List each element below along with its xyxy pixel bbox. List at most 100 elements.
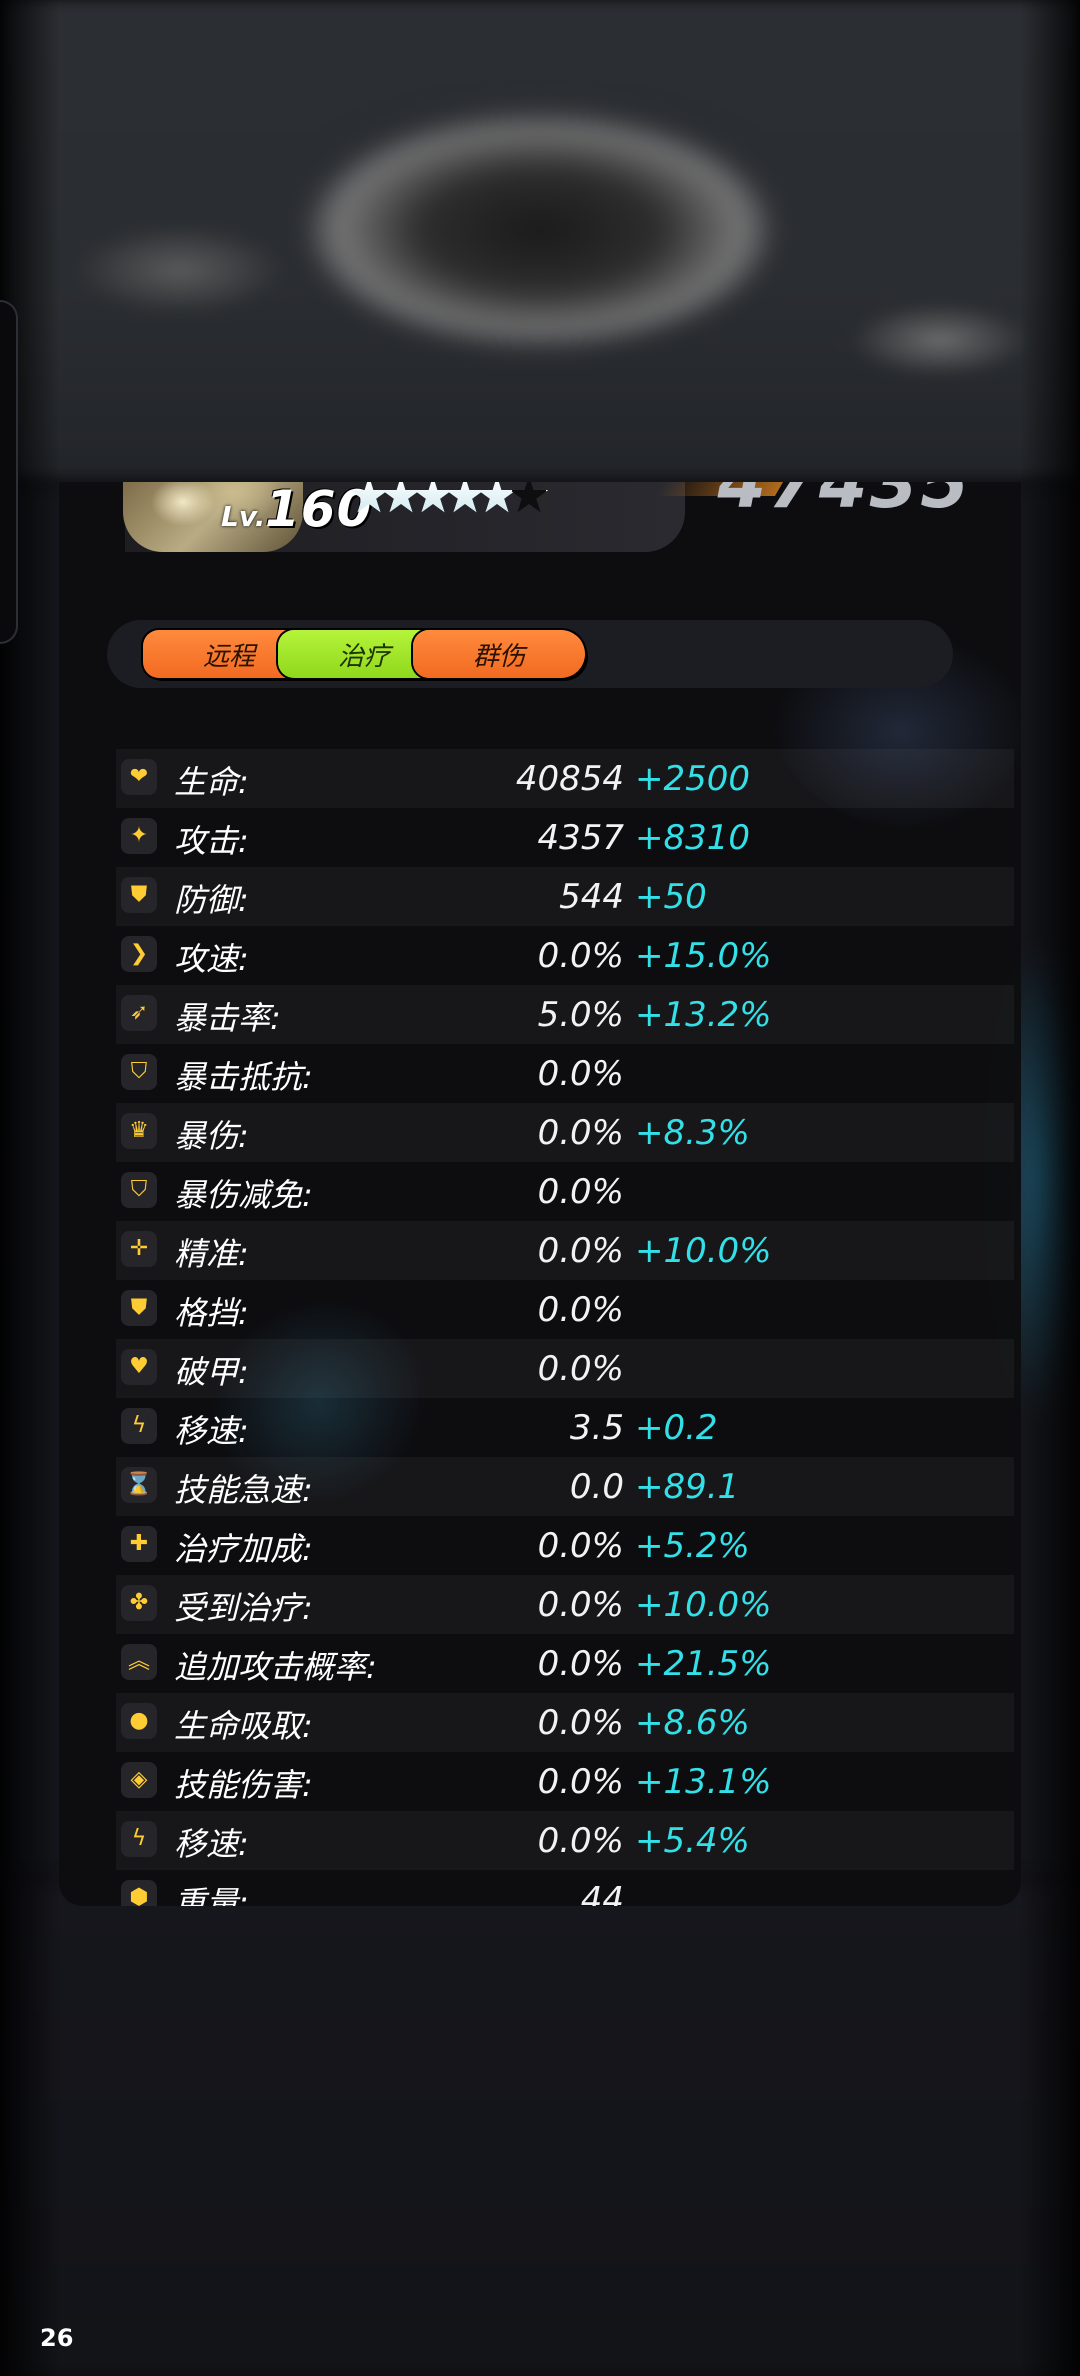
- tag-aoe[interactable]: 群伤: [413, 630, 585, 678]
- stat-value: 4357: [537, 818, 624, 858]
- stat-name: 暴伤:: [174, 1117, 249, 1155]
- level-prefix: Lv.: [221, 500, 266, 533]
- stat-row[interactable]: ✛ 精准: 0.0% +10.0%: [116, 1221, 1014, 1280]
- stat-bonus: +8.6%: [635, 1703, 750, 1743]
- stat-name: 治疗加成:: [174, 1530, 313, 1568]
- stat-name: 格挡:: [174, 1294, 249, 1332]
- stat-bonus: +5.2%: [635, 1526, 750, 1566]
- edge-shade-right: [1020, 0, 1080, 2376]
- stat-row[interactable]: ϟ 移速: 0.0% +5.4%: [116, 1811, 1014, 1870]
- stat-row[interactable]: ❤ 生命: 40854 +2500: [116, 749, 1014, 808]
- hero-tag-bar: 远程 治疗 群伤: [107, 620, 953, 688]
- stat-name: 攻速:: [174, 940, 249, 978]
- stat-bonus: +8310: [635, 818, 751, 858]
- stat-row[interactable]: ♛ 暴伤: 0.0% +8.3%: [116, 1103, 1014, 1162]
- block-shield-icon: ⛊: [121, 1290, 157, 1326]
- cross-icon: ✚: [121, 1526, 157, 1562]
- combat-power: 47435: [717, 482, 971, 524]
- game-background-bottom: [0, 1880, 1080, 2376]
- stat-value: 0.0%: [537, 1762, 624, 1802]
- shield-split-icon: ⛉: [121, 1172, 157, 1208]
- chevron-right-icon: ❯: [121, 936, 157, 972]
- stat-bonus: +15.0%: [635, 936, 772, 976]
- stat-name: 移速:: [174, 1825, 249, 1863]
- stat-bonus: +13.2%: [635, 995, 772, 1035]
- stat-row[interactable]: ✤ 受到治疗: 0.0% +10.0%: [116, 1575, 1014, 1634]
- stat-value: 0.0%: [537, 936, 624, 976]
- stat-value: 0.0%: [537, 1290, 624, 1330]
- page-number: 26: [40, 2324, 74, 2352]
- stat-name: 受到治疗:: [174, 1589, 313, 1627]
- stat-bonus: +10.0%: [635, 1231, 772, 1271]
- stat-name: 技能伤害:: [174, 1766, 313, 1804]
- stat-name: 攻击:: [174, 822, 249, 860]
- shield-outline-icon: ⛉: [121, 1054, 157, 1090]
- stat-bonus: +0.2: [635, 1408, 718, 1448]
- stat-name: 破甲:: [174, 1353, 249, 1391]
- stat-bonus: +2500: [635, 759, 751, 799]
- stat-value: 40854: [515, 759, 624, 799]
- stat-row[interactable]: ➶ 暴击率: 5.0% +13.2%: [116, 985, 1014, 1044]
- stat-row[interactable]: ◈ 技能伤害: 0.0% +13.1%: [116, 1752, 1014, 1811]
- clover-cross-icon: ✤: [121, 1585, 157, 1621]
- drop-icon: ●: [121, 1703, 157, 1739]
- target-icon: ◈: [121, 1762, 157, 1798]
- side-drawer-handle[interactable]: [0, 300, 18, 644]
- stat-value: 0.0%: [537, 1349, 624, 1389]
- stat-row[interactable]: ✚ 治疗加成: 0.0% +5.2%: [116, 1516, 1014, 1575]
- stat-bonus: +89.1: [635, 1467, 740, 1507]
- stat-name: 暴伤减免:: [174, 1176, 313, 1214]
- stat-name: 生命:: [174, 763, 249, 801]
- stat-bonus: +21.5%: [635, 1644, 772, 1684]
- star-filled-icon: [477, 482, 517, 513]
- stat-value: 544: [559, 877, 624, 917]
- double-chevron-up-icon: ︽: [121, 1644, 157, 1680]
- stat-row[interactable]: ⛉ 暴伤减免: 0.0%: [116, 1162, 1014, 1221]
- stat-list: ❤ 生命: 40854 +2500 ✦ 攻击: 4357 +8310 ⛊ 防御: 544 +50 ❯ 攻速…: [116, 749, 1014, 1906]
- shield-icon: ⛊: [121, 877, 157, 913]
- stat-row[interactable]: ⬢ 重量: 44: [116, 1870, 1014, 1906]
- stat-row[interactable]: ♥ 破甲: 0.0%: [116, 1339, 1014, 1398]
- star-filled-icon: [445, 482, 485, 513]
- stat-row[interactable]: ● 生命吸取: 0.0% +8.6%: [116, 1693, 1014, 1752]
- broken-shield-icon: ♥: [121, 1349, 157, 1385]
- weight-icon: ⬢: [121, 1880, 157, 1906]
- stat-name: 生命吸取:: [174, 1707, 313, 1745]
- star-rating: [349, 482, 549, 516]
- stat-row[interactable]: ⛊ 防御: 544 +50: [116, 867, 1014, 926]
- heart-icon: ❤: [121, 759, 157, 795]
- stat-name: 防御:: [174, 881, 249, 919]
- stat-value: 0.0: [569, 1467, 624, 1507]
- game-background-top: [0, 0, 1080, 480]
- stat-bonus: +13.1%: [635, 1762, 772, 1802]
- stat-value: 0.0%: [537, 1703, 624, 1743]
- stat-row[interactable]: ︽ 追加攻击概率: 0.0% +21.5%: [116, 1634, 1014, 1693]
- stat-value: 5.0%: [537, 995, 624, 1035]
- stat-value: 0.0%: [537, 1113, 624, 1153]
- stat-row[interactable]: ⌛ 技能急速: 0.0 +89.1: [116, 1457, 1014, 1516]
- stat-row[interactable]: ✦ 攻击: 4357 +8310: [116, 808, 1014, 867]
- stat-bonus: +5.4%: [635, 1821, 750, 1861]
- stat-value: 0.0%: [537, 1526, 624, 1566]
- crosshair-icon: ✛: [121, 1231, 157, 1267]
- stat-row[interactable]: ⛊ 格挡: 0.0%: [116, 1280, 1014, 1339]
- stat-value: 0.0%: [537, 1054, 624, 1094]
- blurred-vehicle: [300, 110, 780, 350]
- lightning-icon: ϟ: [121, 1408, 157, 1444]
- stat-bonus: +10.0%: [635, 1585, 772, 1625]
- stat-row[interactable]: ϟ 移速: 3.5 +0.2: [116, 1398, 1014, 1457]
- stat-row[interactable]: ❯ 攻速: 0.0% +15.0%: [116, 926, 1014, 985]
- stat-value: 0.0%: [537, 1172, 624, 1212]
- crown-icon: ♛: [121, 1113, 157, 1149]
- stat-value: 0.0%: [537, 1821, 624, 1861]
- claw-icon: ➶: [121, 995, 157, 1031]
- stat-name: 移速:: [174, 1412, 249, 1450]
- stat-bonus: +8.3%: [635, 1113, 750, 1153]
- stat-value: 0.0%: [537, 1231, 624, 1271]
- stat-name: 技能急速:: [174, 1471, 313, 1509]
- star-filled-icon: [349, 482, 389, 513]
- stat-value: 0.0%: [537, 1585, 624, 1625]
- sparkle-icon: ✦: [121, 818, 157, 854]
- stat-name: 追加攻击概率:: [174, 1648, 377, 1686]
- stat-row[interactable]: ⛉ 暴击抵抗: 0.0%: [116, 1044, 1014, 1103]
